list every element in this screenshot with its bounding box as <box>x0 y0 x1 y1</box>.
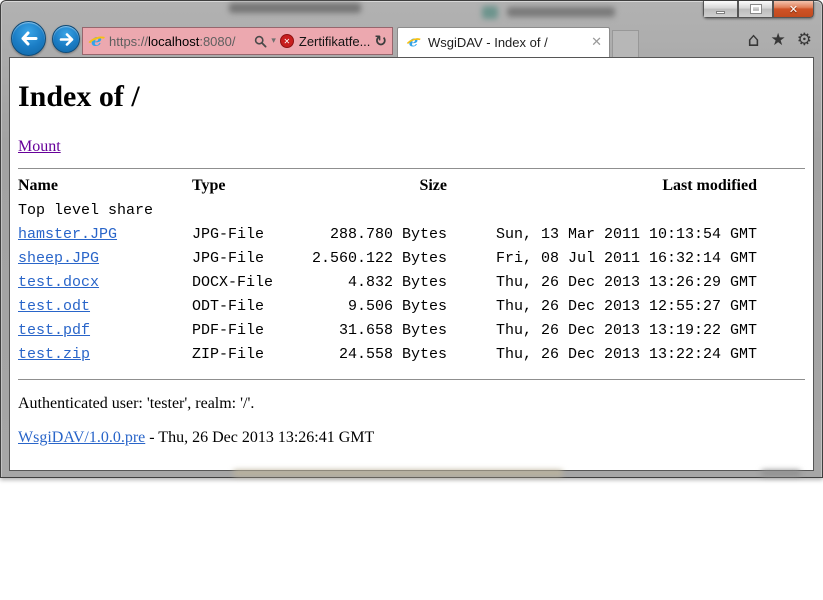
certificate-error-icon: ✕ <box>280 34 294 48</box>
file-modified: Thu, 26 Dec 2013 12:55:27 GMT <box>447 295 757 319</box>
page-content: Index of / Mount Name Type Size Last mod… <box>9 57 814 471</box>
close-icon: ✕ <box>789 3 798 16</box>
tab-wsgidav-index[interactable]: e WsgiDAV - Index of / ✕ <box>397 27 610 57</box>
tab-close-icon[interactable]: ✕ <box>591 35 602 50</box>
file-type: PDF-File <box>192 319 302 343</box>
window-controls: ✕ <box>703 1 814 18</box>
file-size: 24.558 Bytes <box>302 343 447 367</box>
page-title: Index of / <box>18 80 805 114</box>
back-arrow-icon <box>20 31 38 46</box>
table-row: test.odt ODT-File 9.506 Bytes Thu, 26 De… <box>18 295 757 319</box>
search-dropdown-caret-icon[interactable]: ▾ <box>271 36 276 46</box>
url-text: https://localhost:8080/ <box>109 34 250 49</box>
auth-status-text: Authenticated user: 'tester', realm: '/'… <box>18 395 805 413</box>
file-modified: Thu, 26 Dec 2013 13:26:29 GMT <box>447 271 757 295</box>
column-header-type: Type <box>192 171 302 199</box>
file-link[interactable]: test.pdf <box>18 322 90 339</box>
file-link[interactable]: hamster.JPG <box>18 226 117 243</box>
file-type: JPG-File <box>192 223 302 247</box>
minimize-icon <box>716 11 725 14</box>
file-modified: Fri, 08 Jul 2011 16:32:14 GMT <box>447 247 757 271</box>
table-header-row: Name Type Size Last modified <box>18 171 757 199</box>
file-link[interactable]: test.docx <box>18 274 99 291</box>
mount-link[interactable]: Mount <box>18 138 61 155</box>
refresh-icon[interactable]: ↻ <box>374 32 387 50</box>
table-row-share-note: Top level share <box>18 199 757 223</box>
background-blur-filename <box>507 7 615 17</box>
file-modified: Sun, 13 Mar 2011 10:13:54 GMT <box>447 223 757 247</box>
table-row: sheep.JPG JPG-File 2.560.122 Bytes Fri, … <box>18 247 757 271</box>
favorites-star-icon[interactable]: ★ <box>771 30 786 50</box>
wsgidav-version-link[interactable]: WsgiDAV/1.0.0.pre <box>18 429 145 446</box>
file-link[interactable]: test.zip <box>18 346 90 363</box>
maximize-icon <box>751 5 761 13</box>
background-blur-blob <box>761 470 801 476</box>
table-row: test.zip ZIP-File 24.558 Bytes Thu, 26 D… <box>18 343 757 367</box>
back-button[interactable] <box>11 21 46 56</box>
address-bar[interactable]: e https://localhost:8080/ ▾ ✕ Zertifikat… <box>82 27 393 55</box>
close-button[interactable]: ✕ <box>773 1 814 18</box>
file-listing-table: Name Type Size Last modified Top level s… <box>18 171 757 367</box>
file-size: 4.832 Bytes <box>302 271 447 295</box>
background-blur-blob <box>233 470 563 476</box>
url-port-path: :8080/ <box>199 34 235 49</box>
window-bottom-frame <box>1 469 822 477</box>
file-link[interactable]: test.odt <box>18 298 90 315</box>
settings-gear-icon[interactable]: ⚙ <box>797 30 812 50</box>
top-divider <box>18 168 805 169</box>
url-scheme: https:// <box>109 34 148 49</box>
bottom-divider <box>18 379 805 380</box>
forward-arrow-icon <box>59 33 74 46</box>
file-modified: Thu, 26 Dec 2013 13:19:22 GMT <box>447 319 757 343</box>
server-timestamp: - Thu, 26 Dec 2013 13:26:41 GMT <box>145 429 374 446</box>
table-row: test.pdf PDF-File 31.658 Bytes Thu, 26 D… <box>18 319 757 343</box>
file-type: DOCX-File <box>192 271 302 295</box>
ie-page-icon: e <box>88 33 105 50</box>
tab-title: WsgiDAV - Index of / <box>428 35 548 50</box>
file-size: 288.780 Bytes <box>302 223 447 247</box>
column-header-modified: Last modified <box>447 171 757 199</box>
file-link[interactable]: sheep.JPG <box>18 250 99 267</box>
share-note-text: Top level share <box>18 199 757 223</box>
background-blur-blob <box>229 3 361 13</box>
column-header-name: Name <box>18 171 192 199</box>
file-modified: Thu, 26 Dec 2013 13:22:24 GMT <box>447 343 757 367</box>
file-size: 9.506 Bytes <box>302 295 447 319</box>
new-tab-button[interactable] <box>612 30 639 57</box>
file-type: ODT-File <box>192 295 302 319</box>
background-blur-file-icon <box>482 6 498 19</box>
column-header-size: Size <box>302 171 447 199</box>
minimize-button[interactable] <box>703 1 738 18</box>
file-size: 2.560.122 Bytes <box>302 247 447 271</box>
url-host: localhost <box>148 34 199 49</box>
certificate-error-label: Zertifikatfe... <box>299 34 371 49</box>
maximize-button[interactable] <box>738 1 773 18</box>
browser-navbar: e https://localhost:8080/ ▾ ✕ Zertifikat… <box>1 23 822 57</box>
table-row: hamster.JPG JPG-File 288.780 Bytes Sun, … <box>18 223 757 247</box>
file-size: 31.658 Bytes <box>302 319 447 343</box>
tab-favicon-ie-icon: e <box>406 35 420 49</box>
file-type: ZIP-File <box>192 343 302 367</box>
table-row: test.docx DOCX-File 4.832 Bytes Thu, 26 … <box>18 271 757 295</box>
forward-button[interactable] <box>52 25 80 53</box>
browser-window: ✕ e https://localhost:8080/ ▾ ✕ Zertifik… <box>0 0 823 478</box>
search-icon[interactable] <box>254 35 267 48</box>
file-type: JPG-File <box>192 247 302 271</box>
browser-action-icons: ⌂ ★ ⚙ <box>747 29 812 51</box>
window-titlebar[interactable]: ✕ <box>1 1 822 23</box>
home-icon[interactable]: ⌂ <box>747 29 759 51</box>
certificate-error-button[interactable]: ✕ Zertifikatfe... <box>280 34 371 49</box>
